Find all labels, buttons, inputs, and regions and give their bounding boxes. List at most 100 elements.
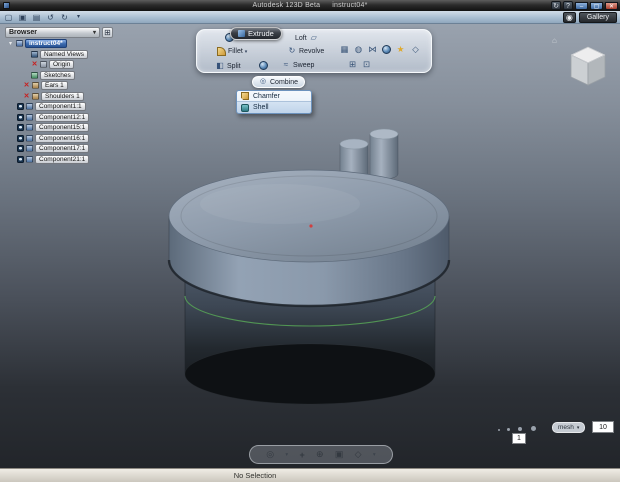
browser-item-label[interactable]: Named Views — [40, 49, 88, 59]
snap-increment-dot[interactable] — [518, 427, 522, 431]
visibility-eye-icon[interactable] — [17, 124, 24, 131]
revolve-tool[interactable]: ↻ Revolve — [287, 46, 325, 56]
expand-icon[interactable]: ▾ — [7, 40, 14, 47]
dropdown-item-shell[interactable]: Shell — [237, 102, 311, 113]
orbit-icon[interactable]: ◎ — [266, 449, 274, 460]
browser-item-label[interactable]: Component15:1 — [35, 123, 90, 132]
help-icon[interactable]: ? — [563, 1, 573, 10]
sweep-tool[interactable]: ≈ Sweep — [281, 60, 315, 70]
pattern-rect-icon[interactable]: ▦ — [339, 44, 350, 55]
fillet-flyout-chevron-icon[interactable]: ▾ — [245, 49, 248, 55]
fit-icon[interactable]: ▣ — [335, 449, 344, 460]
browser-item[interactable]: Component16:1 — [5, 133, 117, 143]
open-file-icon[interactable]: ▣ — [17, 12, 28, 23]
browser-item[interactable]: Component15:1 — [5, 123, 117, 133]
extrude-icon — [238, 30, 245, 37]
browser-item[interactable]: Sketches — [5, 70, 117, 80]
browser-item[interactable]: Named Views — [5, 49, 117, 59]
snap-grid-icon[interactable]: ◇ — [410, 44, 421, 55]
browser-item[interactable]: Component12:1 — [5, 112, 117, 122]
browser-tree: Named Views ✕ Origin Sketches ✕ Ears 1 ✕ Should… — [5, 49, 117, 164]
redo-icon[interactable]: ↻ — [59, 12, 70, 23]
align-icon[interactable]: ⊞ — [347, 59, 358, 70]
material-sphere-icon[interactable] — [382, 45, 391, 54]
lid-cylinder[interactable] — [167, 169, 451, 308]
loft-tool[interactable]: Loft ▱ — [295, 33, 319, 43]
favorites-star-icon[interactable]: ★ — [395, 44, 406, 55]
browser-dock-icon[interactable]: ⊞ — [102, 27, 113, 38]
visibility-eye-icon[interactable] — [17, 103, 24, 110]
home-icon[interactable]: ⌂ — [552, 36, 557, 45]
browser-item[interactable]: ✕ Shoulders 1 — [5, 91, 117, 101]
browser-item-label[interactable]: Ears 1 — [41, 81, 68, 90]
measure-icon[interactable]: ⊡ — [361, 59, 372, 70]
browser-item-label[interactable]: Sketches — [40, 70, 75, 80]
browser-chevron-icon[interactable]: ▾ — [93, 29, 96, 36]
app-title: Autodesk 123D Beta — [252, 2, 321, 9]
split-tool[interactable]: ◧ Split — [215, 61, 241, 71]
snap-unit-selector[interactable]: mesh ▾ — [552, 422, 586, 433]
sphere-primitive-icon[interactable] — [259, 61, 268, 70]
browser-header[interactable]: Browser ▾ — [5, 27, 100, 38]
hidden-x-icon[interactable]: ✕ — [23, 93, 30, 100]
browser-item[interactable]: Component21:1 — [5, 154, 117, 164]
history-chevron-icon[interactable]: ▾ — [73, 12, 84, 23]
snap-increment-dot[interactable] — [498, 429, 500, 431]
revolve-label: Revolve — [299, 47, 325, 55]
browser-item-label[interactable]: Component17:1 — [35, 144, 90, 153]
browser-item-label[interactable]: Component1:1 — [35, 102, 86, 111]
context-dropdown: Chamfer Shell — [236, 90, 312, 114]
hidden-x-icon[interactable]: ✕ — [31, 61, 38, 68]
snap-value-field[interactable] — [592, 421, 614, 433]
extrude-tool[interactable]: Extrude — [230, 27, 282, 40]
pattern-circular-icon[interactable]: ◍ — [353, 44, 364, 55]
view-cube[interactable] — [562, 38, 614, 94]
display-options-chevron-icon[interactable]: ▾ — [373, 452, 376, 458]
look-at-icon[interactable]: ◇ — [355, 449, 362, 460]
zoom-icon[interactable]: ⊕ — [316, 449, 324, 460]
browser-item-label[interactable]: Origin — [49, 60, 75, 69]
browser-root-item[interactable]: ▾ instruct04* — [5, 39, 117, 49]
minimize-button[interactable]: – — [575, 1, 588, 10]
browser-item[interactable]: ✕ Ears 1 — [5, 81, 117, 91]
visibility-eye-icon[interactable] — [17, 134, 24, 142]
close-button[interactable]: ✕ — [605, 1, 618, 10]
orbit-options-chevron-icon[interactable]: ▾ — [285, 452, 288, 458]
origin-point-marker[interactable] — [309, 224, 313, 228]
browser-root-label[interactable]: instruct04* — [25, 39, 67, 48]
snap-increment-dot[interactable] — [531, 426, 536, 431]
new-file-icon[interactable]: ▢ — [3, 12, 14, 23]
viewport[interactable]: Browser ▾ ⊞ ▾ instruct04* Named Views ✕ Or… — [0, 24, 620, 468]
browser-item-label[interactable]: Shoulders 1 — [41, 91, 84, 101]
fillet-tool[interactable]: Fillet ▾ — [217, 47, 247, 56]
visibility-eye-icon[interactable] — [17, 113, 24, 121]
split-label: Split — [227, 62, 241, 70]
mirror-icon[interactable]: ⋈ — [367, 44, 378, 55]
sync-icon[interactable]: ↻ — [551, 1, 561, 10]
combine-tool[interactable]: ◎ Combine — [252, 76, 306, 88]
browser-item[interactable]: Component17:1 — [5, 144, 117, 154]
snap-increment-dot[interactable] — [507, 428, 510, 431]
browser-header-label: Browser — [9, 29, 38, 36]
snap-controls: mesh ▾ — [494, 419, 618, 449]
browser-item-label[interactable]: Component12:1 — [35, 112, 90, 122]
browser-item[interactable]: Component1:1 — [5, 102, 117, 112]
pan-icon[interactable]: + — [299, 450, 304, 460]
browser-item-label[interactable]: Component16:1 — [35, 133, 90, 143]
document-title: instruct04* — [332, 2, 368, 9]
sketch-icon — [31, 71, 38, 79]
hidden-x-icon[interactable]: ✕ — [23, 82, 30, 89]
undo-icon[interactable]: ↺ — [45, 12, 56, 23]
component-icon — [26, 124, 33, 131]
maximize-button[interactable]: ▢ — [590, 1, 603, 10]
visibility-eye-icon[interactable] — [17, 145, 24, 152]
browser-item-label[interactable]: Component21:1 — [35, 154, 90, 164]
visibility-eye-icon[interactable] — [17, 155, 24, 163]
snap-unit-chevron-icon: ▾ — [576, 424, 580, 431]
gallery-button[interactable]: Gallery — [578, 12, 617, 23]
snap-secondary-field[interactable] — [512, 433, 526, 444]
save-icon[interactable]: ▤ — [31, 12, 42, 23]
dropdown-item-chamfer[interactable]: Chamfer — [237, 91, 311, 102]
account-icon[interactable]: ◉ — [562, 12, 576, 23]
browser-item[interactable]: ✕ Origin — [5, 60, 117, 70]
